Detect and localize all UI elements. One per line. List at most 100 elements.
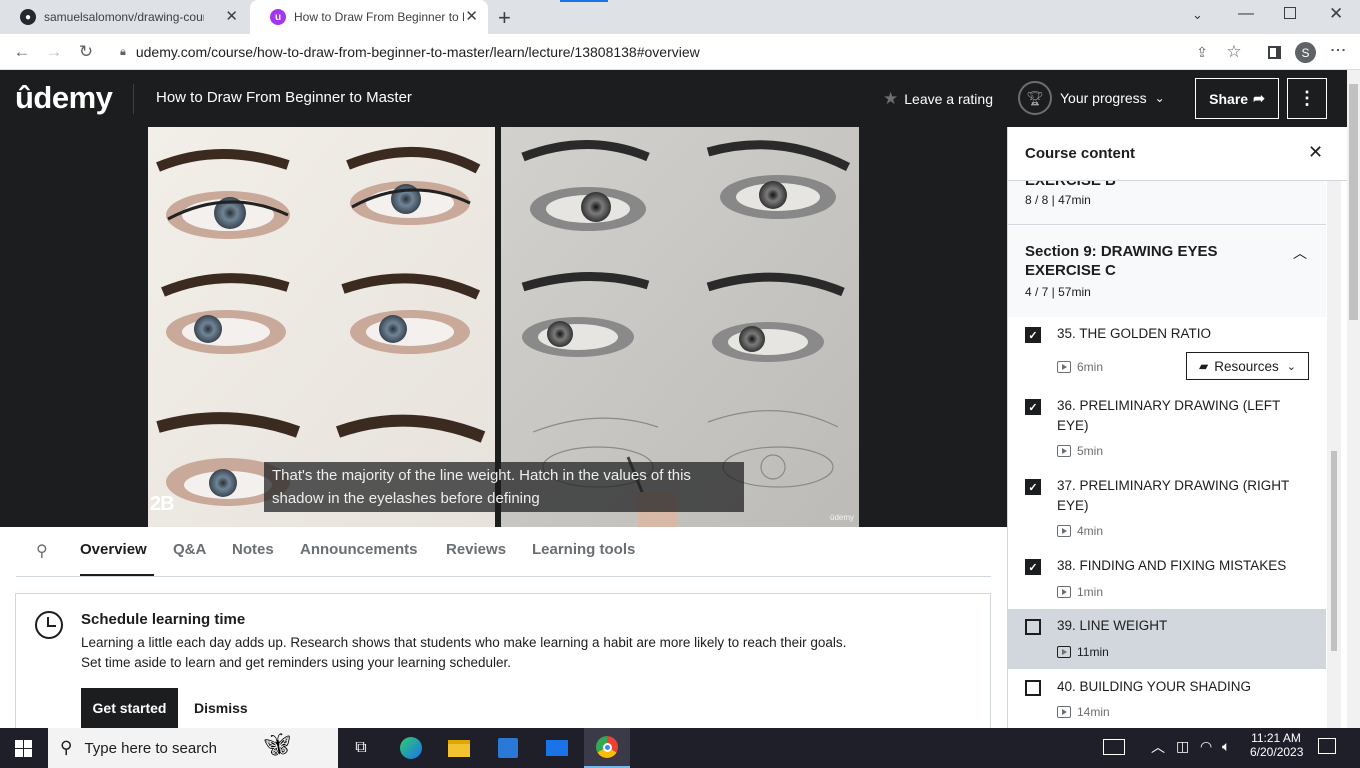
duration-text: 14min: [1077, 705, 1110, 719]
lecture-title: 37. PRELIMINARY DRAWING (RIGHT EYE): [1057, 476, 1302, 516]
page-scroll-thumb[interactable]: [1349, 84, 1358, 320]
udemy-icon: u: [270, 9, 286, 25]
mail-icon[interactable]: [534, 728, 580, 768]
course-title[interactable]: How to Draw From Beginner to Master: [156, 89, 412, 106]
lecture-item-current[interactable]: 39. LINE WEIGHT 11min: [1008, 609, 1326, 669]
video-icon: [1057, 706, 1071, 718]
restore-icon[interactable]: [1284, 7, 1296, 19]
lecture-duration: 4min: [1057, 524, 1103, 538]
duration-text: 5min: [1077, 444, 1104, 458]
section-title-line-2: EXERCISE C: [1025, 262, 1116, 279]
caption-line-2: shadow in the eyelashes before defining: [272, 490, 540, 507]
checkbox-done[interactable]: ✓: [1025, 399, 1041, 415]
lecture-item[interactable]: ✓ 36. PRELIMINARY DRAWING (LEFT EYE) 5min: [1008, 389, 1326, 469]
notification-icon[interactable]: [1318, 738, 1336, 754]
sidebar-scrollbar[interactable]: [1327, 181, 1341, 728]
forward-icon[interactable]: →: [42, 40, 66, 64]
lecture-item[interactable]: ✓ 38. FINDING AND FIXING MISTAKES 1min: [1008, 549, 1326, 609]
browser-tab-github[interactable]: ● samuelsalomonv/drawing-course ✕: [0, 0, 248, 34]
file-explorer-icon[interactable]: [436, 728, 482, 768]
your-progress-button[interactable]: 🏆︎ Your progress ⌄: [1018, 81, 1165, 115]
sidebar-header: Course content ✕: [1008, 127, 1347, 181]
schedule-text-2: Set time aside to learn and get reminder…: [81, 655, 511, 670]
task-view-icon[interactable]: ⧉: [338, 728, 384, 768]
leave-rating-button[interactable]: ★ Leave a rating: [883, 89, 993, 109]
reload-icon[interactable]: ↻: [74, 40, 98, 64]
active-tab-underline: [80, 574, 154, 576]
checkbox-done[interactable]: ✓: [1025, 327, 1041, 343]
browser-tab-udemy[interactable]: u How to Draw From Beginner to M ✕: [250, 0, 488, 34]
share-page-icon[interactable]: ⇪: [1190, 40, 1214, 64]
prev-section-header[interactable]: EXERCISE B 8 / 8 | 47min: [1008, 181, 1326, 225]
clock[interactable]: 11:21 AM 6/20/2023: [1250, 731, 1303, 759]
checkbox[interactable]: [1025, 619, 1041, 635]
more-options-icon[interactable]: ⋮: [1287, 78, 1327, 119]
resources-dropdown[interactable]: ▰ Resources ⌄: [1186, 352, 1309, 380]
back-icon[interactable]: ←: [10, 40, 34, 64]
lecture-title: 35. THE GOLDEN RATIO: [1057, 326, 1212, 341]
close-sidebar-icon[interactable]: ✕: [1308, 142, 1323, 163]
sidepanel-icon[interactable]: [1262, 40, 1286, 64]
new-tab-icon[interactable]: +: [498, 5, 511, 31]
search-icon: ⚲: [60, 738, 73, 757]
taskbar-search-box[interactable]: ⚲ Type here to search 🦋︎: [48, 728, 338, 768]
tab-notes[interactable]: Notes: [232, 541, 274, 558]
udemy-logo[interactable]: ûdemy: [15, 80, 113, 116]
lecture-title: 40. BUILDING YOUR SHADING: [1057, 679, 1252, 694]
leave-rating-label: Leave a rating: [904, 91, 993, 107]
volume-icon[interactable]: 🔈︎: [1222, 738, 1230, 755]
tab-announcements[interactable]: Announcements: [300, 541, 418, 558]
bookmark-star-icon[interactable]: ☆: [1222, 40, 1246, 64]
video-icon: [1057, 586, 1071, 598]
page-scrollbar[interactable]: [1347, 70, 1360, 728]
lecture-duration: 11min: [1057, 645, 1109, 659]
news-widget-icon[interactable]: [1103, 739, 1125, 755]
lecture-item[interactable]: ✓ 35. THE GOLDEN RATIO 6min ▰ Resources …: [1008, 317, 1326, 389]
video-caption: That's the majority of the line weight. …: [264, 462, 744, 512]
lecture-title: 36. PRELIMINARY DRAWING (LEFT EYE): [1057, 396, 1302, 436]
lecture-duration: 6min: [1057, 360, 1103, 374]
network-icon[interactable]: ◫: [1176, 738, 1189, 755]
lecture-item[interactable]: 40. BUILDING YOUR SHADING 14min: [1008, 669, 1326, 728]
close-window-icon[interactable]: ✕: [1329, 4, 1343, 24]
wifi-icon[interactable]: ◠: [1200, 738, 1212, 755]
dismiss-button[interactable]: Dismiss: [194, 700, 248, 716]
duration-text: 4min: [1077, 524, 1104, 538]
tab-qa[interactable]: Q&A: [173, 541, 206, 558]
chrome-icon[interactable]: [584, 728, 630, 768]
address-bar[interactable]: 🔒︎ udemy.com/course/how-to-draw-from-beg…: [108, 39, 1256, 65]
video-icon: [1057, 525, 1071, 537]
video-icon: [1057, 445, 1071, 457]
tab-learning-tools[interactable]: Learning tools: [532, 541, 635, 558]
tab-overview[interactable]: Overview: [80, 541, 147, 558]
chevron-up-icon[interactable]: ︿: [1293, 243, 1307, 263]
checkbox-done[interactable]: ✓: [1025, 479, 1041, 495]
header-divider: [133, 84, 134, 114]
close-tab-icon[interactable]: ✕: [225, 8, 238, 26]
pencil-grade-label: 2B: [150, 493, 175, 515]
section-title-line-1: Section 9: DRAWING EYES: [1025, 243, 1218, 260]
taskbar-search-placeholder: Type here to search: [84, 739, 218, 757]
checkbox-done[interactable]: ✓: [1025, 559, 1041, 575]
minimize-icon[interactable]: —: [1238, 5, 1254, 23]
prev-section-meta: 8 / 8 | 47min: [1025, 193, 1091, 207]
schedule-text-1: Learning a little each day adds up. Rese…: [81, 635, 847, 650]
section-9-header[interactable]: Section 9: DRAWING EYES EXERCISE C 4 / 7…: [1008, 226, 1326, 317]
windows-start-icon[interactable]: [0, 728, 46, 768]
lecture-item[interactable]: ✓ 37. PRELIMINARY DRAWING (RIGHT EYE) 4mi…: [1008, 469, 1326, 549]
edge-icon[interactable]: [388, 728, 434, 768]
checkbox[interactable]: [1025, 680, 1041, 696]
store-icon[interactable]: [485, 728, 531, 768]
browser-menu-icon[interactable]: ⋮: [1329, 42, 1346, 58]
chevron-up-icon[interactable]: ︿: [1151, 737, 1165, 757]
sidebar-scroll-thumb[interactable]: [1331, 451, 1337, 651]
duration-text: 6min: [1077, 360, 1104, 374]
close-tab-icon[interactable]: ✕: [465, 8, 478, 26]
profile-avatar[interactable]: S: [1295, 42, 1316, 63]
tab-search-icon[interactable]: ⌄: [1192, 7, 1203, 23]
get-started-button[interactable]: Get started: [81, 688, 178, 728]
tab-reviews[interactable]: Reviews: [446, 541, 506, 558]
folder-icon: ▰: [1199, 359, 1209, 373]
share-button[interactable]: Share ➦: [1195, 78, 1279, 119]
search-icon[interactable]: ⚲: [36, 541, 48, 561]
